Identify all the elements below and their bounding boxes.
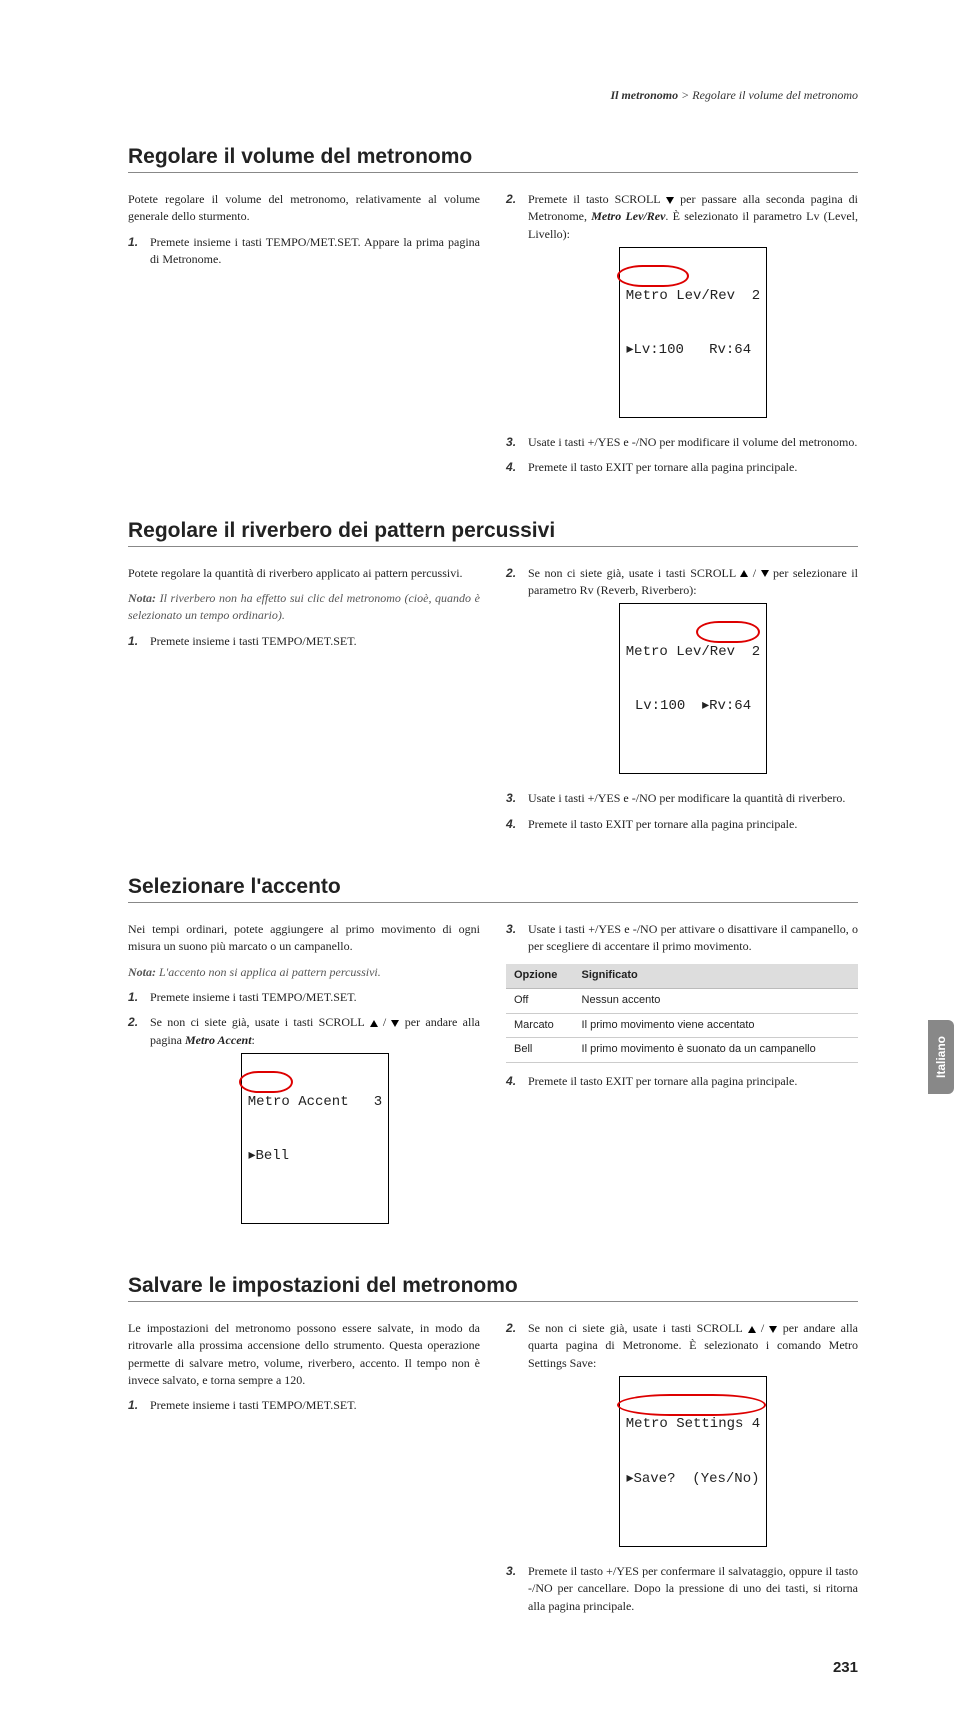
lcd-line: ▸Lv:100 Rv:64 (626, 341, 760, 359)
table-header: Opzione (506, 964, 574, 988)
lcd-line: ▸Bell (248, 1147, 382, 1165)
breadcrumb-section: Il metronomo (610, 88, 678, 102)
section-reverb: Regolare il riverbero dei pattern percus… (128, 519, 858, 841)
note: Nota: L'accento non si applica ai patter… (128, 964, 480, 981)
step: Se non ci siete già, usate i tasti SCROL… (128, 1014, 480, 1231)
section-volume: Regolare il volume del metronomo Potete … (128, 145, 858, 485)
step: Premete il tasto EXIT per tornare alla p… (506, 1073, 858, 1090)
step: Premete il tasto EXIT per tornare alla p… (506, 459, 858, 476)
intro-text: Nei tempi ordinari, potete aggiungere al… (128, 921, 480, 956)
language-tab: Italiano (928, 1020, 954, 1094)
step: Premete insieme i tasti TEMPO/MET.SET. A… (128, 234, 480, 269)
step: Se non ci siete già, usate i tasti SCROL… (506, 1320, 858, 1555)
intro-text: Potete regolare il volume del metronomo,… (128, 191, 480, 226)
triangle-up-icon (370, 1020, 378, 1027)
step: Usate i tasti +/YES e -/NO per modificar… (506, 434, 858, 451)
table-row: MarcatoIl primo movimento viene accentat… (506, 1013, 858, 1038)
breadcrumb-sep: > (678, 88, 692, 102)
lcd-line: Metro Settings 4 (626, 1415, 760, 1433)
page-number: 231 (128, 1659, 858, 1676)
highlight-circle (696, 621, 760, 643)
intro-text: Potete regolare la quantità di riverbero… (128, 565, 480, 582)
triangle-down-icon (769, 1326, 777, 1333)
table-header: Significato (574, 964, 858, 988)
highlight-circle (617, 265, 689, 287)
step: Premete il tasto EXIT per tornare alla p… (506, 816, 858, 833)
highlight-circle (617, 1394, 766, 1416)
intro-text: Le impostazioni del metronomo possono es… (128, 1320, 480, 1390)
section-accent: Selezionare l'accento Nei tempi ordinari… (128, 875, 858, 1240)
breadcrumb: Il metronomo > Regolare il volume del me… (128, 88, 858, 103)
step: Premete insieme i tasti TEMPO/MET.SET. (128, 1397, 480, 1414)
table-row: OffNessun accento (506, 988, 858, 1013)
lcd-display: Metro Settings 4 ▸Save? (Yes/No) (619, 1376, 767, 1547)
step: Premete insieme i tasti TEMPO/MET.SET. (128, 633, 480, 650)
step: Premete il tasto SCROLL per passare alla… (506, 191, 858, 426)
step: Premete il tasto +/YES per confermare il… (506, 1563, 858, 1615)
note: Nota: Il riverbero non ha effetto sui cl… (128, 590, 480, 625)
step: Usate i tasti +/YES e -/NO per attivare … (506, 921, 858, 956)
lcd-display: Metro Lev/Rev 2 Lv:100 ▸Rv:64 (619, 603, 767, 774)
triangle-up-icon (748, 1326, 756, 1333)
options-table: OpzioneSignificato OffNessun accento Mar… (506, 964, 858, 1064)
section-save: Salvare le impostazioni del metronomo Le… (128, 1274, 858, 1623)
lcd-line: ▸Save? (Yes/No) (626, 1470, 760, 1488)
step: Se non ci siete già, usate i tasti SCROL… (506, 565, 858, 782)
heading-reverb: Regolare il riverbero dei pattern percus… (128, 519, 858, 547)
lcd-line: Metro Lev/Rev 2 (626, 287, 760, 305)
highlight-circle (239, 1071, 293, 1093)
triangle-down-icon (761, 570, 769, 577)
step: Usate i tasti +/YES e -/NO per modificar… (506, 790, 858, 807)
breadcrumb-page: Regolare il volume del metronomo (692, 88, 858, 102)
lcd-line: Lv:100 ▸Rv:64 (626, 697, 760, 715)
lcd-display: Metro Lev/Rev 2 ▸Lv:100 Rv:64 (619, 247, 767, 418)
step: Premete insieme i tasti TEMPO/MET.SET. (128, 989, 480, 1006)
table-row: BellIl primo movimento è suonato da un c… (506, 1038, 858, 1063)
heading-accent: Selezionare l'accento (128, 875, 858, 903)
heading-volume: Regolare il volume del metronomo (128, 145, 858, 173)
heading-save: Salvare le impostazioni del metronomo (128, 1274, 858, 1302)
lcd-line: Metro Lev/Rev 2 (626, 643, 760, 661)
lcd-display: Metro Accent 3 ▸Bell (241, 1053, 389, 1224)
lcd-line: Metro Accent 3 (248, 1093, 382, 1111)
triangle-down-icon (666, 197, 674, 204)
